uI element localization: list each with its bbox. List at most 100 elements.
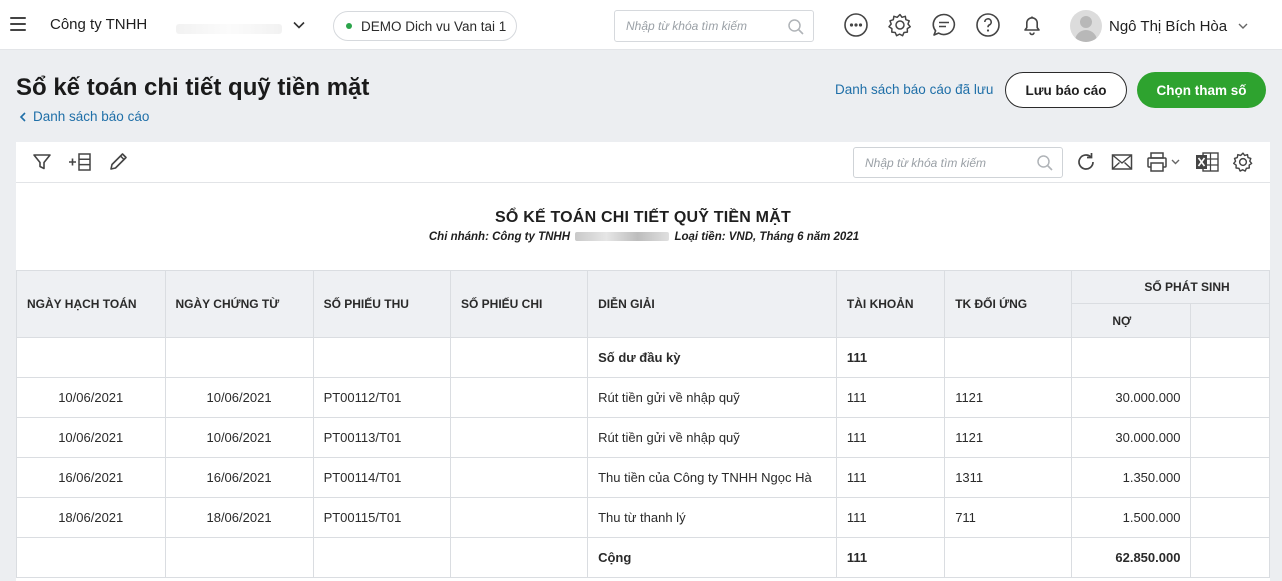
company-name-redacted: [176, 24, 282, 34]
cell-payment-no: [449, 417, 589, 458]
back-to-report-list-link[interactable]: Danh sách báo cáo: [19, 109, 149, 124]
cell-debit: 30.000.000: [1071, 417, 1192, 458]
report-search[interactable]: [853, 147, 1063, 178]
cell-description: Số dư đầu kỳ: [587, 337, 837, 378]
cell-counter-account: 1121: [944, 417, 1073, 458]
filter-icon[interactable]: [29, 150, 55, 174]
col-description[interactable]: DIỄN GIẢI: [587, 270, 837, 338]
cell-doc-date: 10/06/2021: [164, 377, 314, 418]
avatar[interactable]: [1070, 10, 1102, 42]
cell-account: 111: [835, 337, 946, 378]
email-icon[interactable]: [1110, 150, 1134, 174]
user-menu[interactable]: Ngô Thị Bích Hòa: [1070, 10, 1249, 42]
refresh-icon[interactable]: [1074, 150, 1098, 174]
table-row[interactable]: 16/06/2021 16/06/2021 PT00114/T01 Thu ti…: [16, 457, 1270, 498]
print-icon[interactable]: [1146, 150, 1182, 174]
edit-icon[interactable]: [105, 150, 131, 174]
settings-icon[interactable]: [887, 12, 913, 38]
cell-credit: [1190, 537, 1270, 578]
report-subtitle-branch: Chi nhánh: Công ty TNHH: [428, 231, 571, 243]
database-selector[interactable]: DEMO Dich vu Van tai 1: [333, 11, 517, 41]
back-link-label: Danh sách báo cáo: [33, 109, 150, 124]
cell-credit: [1190, 337, 1270, 378]
more-icon[interactable]: [843, 12, 869, 38]
chevron-down-icon[interactable]: [1237, 20, 1249, 32]
col-debit[interactable]: NỢ: [1071, 303, 1192, 338]
choose-parameters-button[interactable]: Chọn tham số: [1137, 72, 1266, 108]
col-amount-group[interactable]: SỐ PHÁT SINH: [1071, 270, 1270, 304]
saved-reports-link[interactable]: Danh sách báo cáo đã lưu: [835, 82, 993, 97]
table-row-opening[interactable]: Số dư đầu kỳ 111: [16, 337, 1270, 378]
company-name[interactable]: Công ty TNHH: [50, 16, 147, 33]
receipt-link[interactable]: PT00114/T01: [312, 457, 451, 498]
col-credit[interactable]: [1190, 303, 1270, 338]
table-row[interactable]: 10/06/2021 10/06/2021 PT00112/T01 Rút ti…: [16, 377, 1270, 418]
table-row-total[interactable]: Cộng 111 62.850.000: [16, 537, 1270, 578]
receipt-link[interactable]: PT00113/T01: [312, 417, 451, 458]
cell-account: 111: [835, 377, 946, 418]
cell-payment-no: [449, 377, 589, 418]
add-column-icon[interactable]: [67, 150, 93, 174]
cell-account: 111: [835, 417, 946, 458]
cell-receipt-no: [312, 537, 451, 578]
cell-doc-date: 18/06/2021: [164, 497, 314, 538]
cell-description: Cộng: [587, 537, 837, 578]
cell-counter-account: 1311: [944, 457, 1073, 498]
cell-credit: [1190, 377, 1270, 418]
cell-counter-account: [944, 337, 1073, 378]
save-report-button[interactable]: Lưu báo cáo: [1005, 72, 1127, 108]
cell-payment-no: [449, 337, 589, 378]
report-toolbar: [16, 142, 1270, 183]
help-icon[interactable]: [975, 12, 1001, 38]
cell-posting-date: 10/06/2021: [16, 377, 166, 418]
chevron-left-icon: [19, 111, 26, 122]
col-counter-account[interactable]: TK ĐỐI ỨNG: [944, 270, 1073, 338]
report-search-input[interactable]: [854, 148, 1004, 177]
col-payment-no[interactable]: SỐ PHIẾU CHI: [449, 270, 589, 338]
cell-doc-date: [164, 537, 314, 578]
col-doc-date[interactable]: NGÀY CHỨNG TỪ: [164, 270, 314, 338]
cell-account: 111: [835, 497, 946, 538]
cell-payment-no: [449, 537, 589, 578]
bell-icon[interactable]: [1019, 12, 1045, 38]
cell-credit: [1190, 417, 1270, 458]
report-subtitle-currency: Loại tiền: VND, Tháng 6 năm 2021: [671, 231, 860, 243]
table-row[interactable]: 18/06/2021 18/06/2021 PT00115/T01 Thu từ…: [16, 497, 1270, 538]
cell-description: Thu từ thanh lý: [587, 497, 837, 538]
chat-icon[interactable]: [931, 12, 957, 38]
cell-doc-date: 10/06/2021: [164, 417, 314, 458]
cell-credit: [1190, 497, 1270, 538]
search-icon[interactable]: [1036, 154, 1054, 172]
report-subtitle: Chi nhánh: Công ty TNHH Loại tiền: VND, …: [16, 231, 1270, 243]
report-title: SỔ KẾ TOÁN CHI TIẾT QUỸ TIỀN MẶT: [495, 209, 791, 226]
cell-account: 111: [835, 457, 946, 498]
receipt-link[interactable]: PT00112/T01: [312, 377, 451, 418]
chevron-down-icon[interactable]: [292, 18, 306, 32]
cell-payment-no: [449, 497, 589, 538]
cell-description: Rút tiền gửi về nhập quỹ: [587, 417, 837, 458]
cell-debit-total: 62.850.000: [1071, 537, 1192, 578]
receipt-link[interactable]: PT00115/T01: [312, 497, 451, 538]
cell-debit: [1071, 337, 1192, 378]
col-posting-date[interactable]: NGÀY HẠCH TOÁN: [16, 270, 166, 338]
cell-receipt-no: [312, 337, 451, 378]
hamburger-menu-icon[interactable]: [10, 17, 26, 31]
user-name: Ngô Thị Bích Hòa: [1109, 17, 1228, 35]
excel-icon[interactable]: [1194, 150, 1220, 174]
table-row[interactable]: 10/06/2021 10/06/2021 PT00113/T01 Rút ti…: [16, 417, 1270, 458]
cell-account: 111: [835, 537, 946, 578]
cell-debit: 30.000.000: [1071, 377, 1192, 418]
search-icon[interactable]: [787, 18, 805, 36]
top-bar: Công ty TNHH DEMO Dich vu Van tai 1 Ngô …: [0, 0, 1282, 50]
global-search[interactable]: [614, 10, 814, 42]
settings-icon[interactable]: [1232, 150, 1254, 174]
cell-description: Thu tiền của Công ty TNHH Ngọc Hà: [587, 457, 837, 498]
cell-posting-date: [16, 537, 166, 578]
col-receipt-no[interactable]: SỐ PHIẾU THU: [312, 270, 451, 338]
cell-payment-no: [449, 457, 589, 498]
global-search-input[interactable]: [615, 11, 765, 41]
col-account[interactable]: TÀI KHOẢN: [835, 270, 946, 338]
cell-counter-account: [944, 537, 1073, 578]
cell-credit: [1190, 457, 1270, 498]
branch-name-redacted: [575, 232, 670, 242]
